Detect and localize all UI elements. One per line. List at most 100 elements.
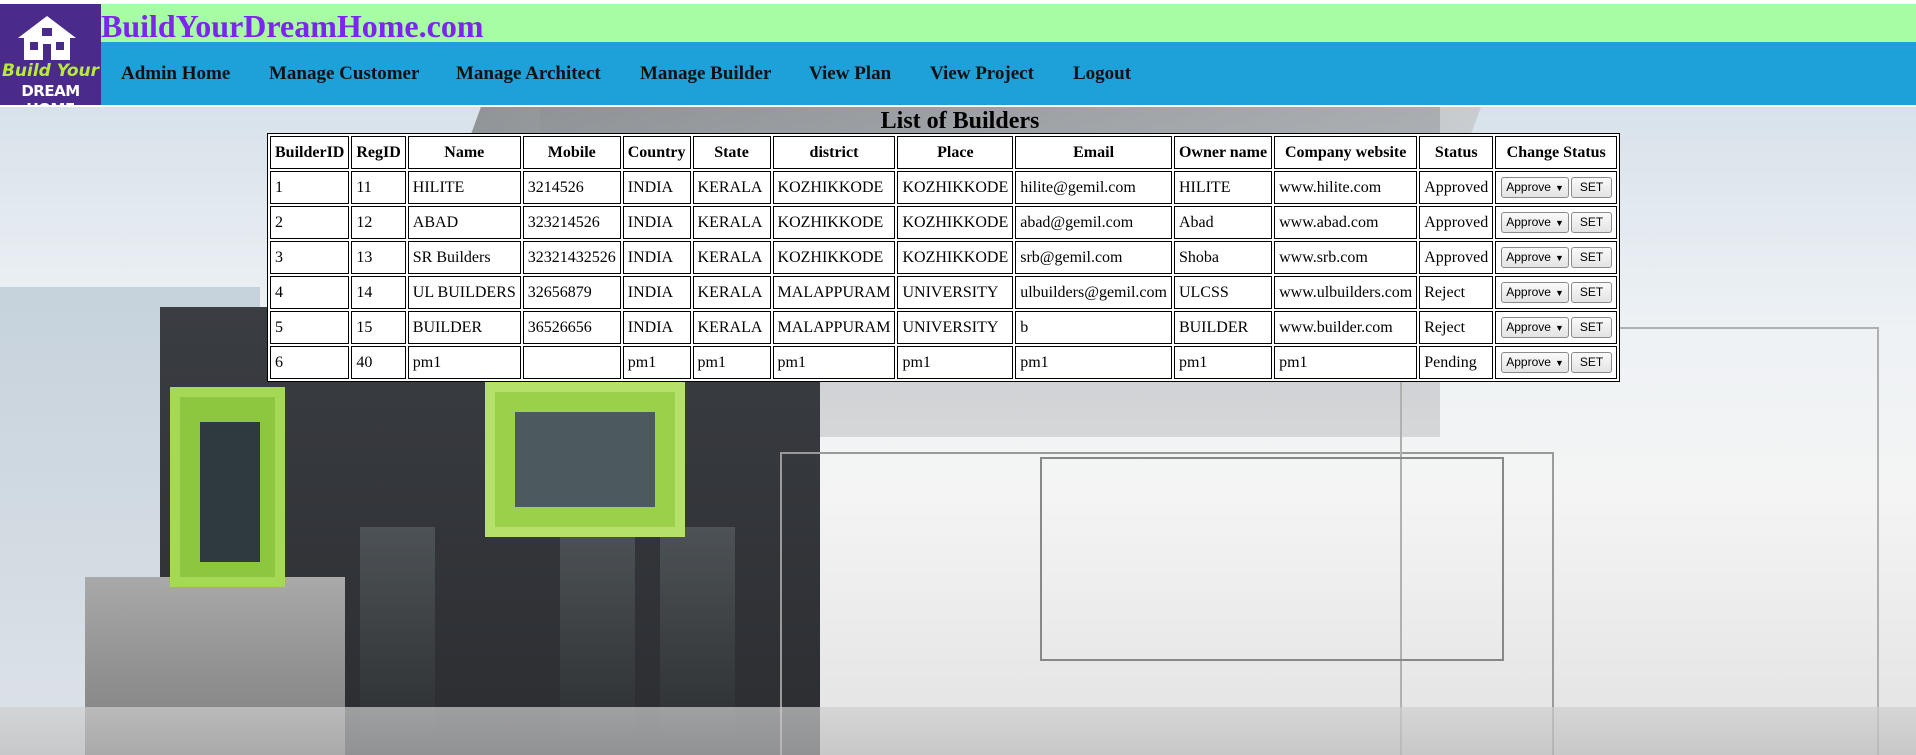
col-company-website: Company website: [1274, 136, 1418, 169]
col-email: Email: [1015, 136, 1172, 169]
cell-state: pm1: [692, 346, 771, 379]
status-select[interactable]: Approve ▼: [1501, 352, 1569, 373]
cell-country: INDIA: [622, 206, 691, 239]
status-select[interactable]: Approve ▼: [1501, 282, 1569, 303]
cell-email: ulbuilders@gemil.com: [1015, 276, 1172, 309]
nav-manage-customer[interactable]: Manage Customer: [269, 63, 419, 85]
cell-mobile: 36526656: [522, 311, 621, 344]
col-builderid: BuilderID: [270, 136, 350, 169]
nav-logout[interactable]: Logout: [1073, 63, 1131, 85]
status-select[interactable]: Approve ▼: [1501, 212, 1569, 233]
cell-company-website: www.hilite.com: [1274, 171, 1418, 204]
nav-view-plan[interactable]: View Plan: [809, 63, 891, 85]
set-button[interactable]: SET: [1570, 282, 1613, 303]
cell-mobile: [522, 346, 621, 379]
cell-place: UNIVERSITY: [897, 276, 1014, 309]
chevron-down-icon: ▼: [1554, 323, 1564, 333]
header-bar: BuildYourDreamHome.com: [0, 4, 1916, 44]
logo[interactable]: Build Your DREAM HOME: [0, 4, 101, 105]
logo-text-line2: DREAM HOME: [21, 82, 80, 105]
cell-country: INDIA: [622, 311, 691, 344]
cell-name: pm1: [407, 346, 521, 379]
table-row: 3 13 SR Builders 32321432526 INDIA KERAL…: [270, 241, 1618, 274]
nav-manage-architect[interactable]: Manage Architect: [456, 63, 601, 85]
col-change-status: Change Status: [1495, 136, 1618, 169]
cell-email: abad@gemil.com: [1015, 206, 1172, 239]
set-button[interactable]: SET: [1570, 177, 1613, 198]
status-select[interactable]: Approve ▼: [1501, 317, 1569, 338]
cell-state: KERALA: [692, 276, 771, 309]
cell-regid: 12: [351, 206, 406, 239]
cell-company-website: www.ulbuilders.com: [1274, 276, 1418, 309]
chevron-down-icon: ▼: [1554, 253, 1564, 263]
cell-owner-name: BUILDER: [1173, 311, 1273, 344]
cell-state: KERALA: [692, 171, 771, 204]
chevron-down-icon: ▼: [1554, 183, 1564, 193]
col-status: Status: [1419, 136, 1494, 169]
cell-name: UL BUILDERS: [407, 276, 521, 309]
col-mobile: Mobile: [522, 136, 621, 169]
cell-country: INDIA: [622, 276, 691, 309]
table-row: 1 11 HILITE 3214526 INDIA KERALA KOZHIKK…: [270, 171, 1618, 204]
cell-country: pm1: [622, 346, 691, 379]
table-row: 5 15 BUILDER 36526656 INDIA KERALA MALAP…: [270, 311, 1618, 344]
nav-view-project[interactable]: View Project: [930, 63, 1034, 85]
status-select-value: Approve: [1506, 355, 1551, 369]
nav-admin-home[interactable]: Admin Home: [121, 63, 230, 85]
house-icon: [18, 16, 76, 60]
cell-country: INDIA: [622, 171, 691, 204]
logo-text-line1: Build Your: [1, 61, 100, 81]
table-row: 4 14 UL BUILDERS 32656879 INDIA KERALA M…: [270, 276, 1618, 309]
set-button[interactable]: SET: [1570, 212, 1613, 233]
cell-state: KERALA: [692, 206, 771, 239]
cell-company-website: www.srb.com: [1274, 241, 1418, 274]
cell-change-status: Approve ▼ SET: [1495, 171, 1618, 204]
nav-manage-builder[interactable]: Manage Builder: [640, 63, 771, 85]
cell-builderid: 6: [270, 346, 350, 379]
col-owner-name: Owner name: [1173, 136, 1273, 169]
cell-status: Approved: [1419, 171, 1494, 204]
cell-builderid: 2: [270, 206, 350, 239]
cell-mobile: 323214526: [522, 206, 621, 239]
main-nav: Admin Home Manage Customer Manage Archit…: [101, 42, 1916, 105]
col-place: Place: [897, 136, 1014, 169]
cell-country: INDIA: [622, 241, 691, 274]
cell-place: KOZHIKKODE: [897, 171, 1014, 204]
col-regid: RegID: [351, 136, 406, 169]
cell-change-status: Approve ▼ SET: [1495, 311, 1618, 344]
cell-change-status: Approve ▼ SET: [1495, 346, 1618, 379]
cell-builderid: 3: [270, 241, 350, 274]
set-button[interactable]: SET: [1570, 352, 1613, 373]
chevron-down-icon: ▼: [1554, 358, 1564, 368]
status-select[interactable]: Approve ▼: [1501, 177, 1569, 198]
table-row: 6 40 pm1 pm1 pm1 pm1 pm1 pm1 pm1 pm1 Pen…: [270, 346, 1618, 379]
cell-owner-name: Abad: [1173, 206, 1273, 239]
cell-name: BUILDER: [407, 311, 521, 344]
cell-owner-name: Shoba: [1173, 241, 1273, 274]
cell-builderid: 4: [270, 276, 350, 309]
cell-change-status: Approve ▼ SET: [1495, 276, 1618, 309]
cell-mobile: 32656879: [522, 276, 621, 309]
set-button[interactable]: SET: [1570, 317, 1613, 338]
status-select-value: Approve: [1506, 320, 1551, 334]
chevron-down-icon: ▼: [1554, 288, 1564, 298]
col-district: district: [772, 136, 896, 169]
cell-email: pm1: [1015, 346, 1172, 379]
cell-place: UNIVERSITY: [897, 311, 1014, 344]
cell-district: MALAPPURAM: [772, 311, 896, 344]
cell-owner-name: pm1: [1173, 346, 1273, 379]
cell-owner-name: ULCSS: [1173, 276, 1273, 309]
cell-builderid: 1: [270, 171, 350, 204]
cell-place: pm1: [897, 346, 1014, 379]
table-header-row: BuilderID RegID Name Mobile Country Stat…: [270, 136, 1618, 169]
set-button[interactable]: SET: [1570, 247, 1613, 268]
cell-change-status: Approve ▼ SET: [1495, 206, 1618, 239]
list-title-wrap: List of Builders: [0, 108, 1916, 134]
cell-regid: 11: [351, 171, 406, 204]
cell-district: KOZHIKKODE: [772, 171, 896, 204]
cell-district: pm1: [772, 346, 896, 379]
col-state: State: [692, 136, 771, 169]
status-select-value: Approve: [1506, 215, 1551, 229]
cell-name: HILITE: [407, 171, 521, 204]
status-select[interactable]: Approve ▼: [1501, 247, 1569, 268]
